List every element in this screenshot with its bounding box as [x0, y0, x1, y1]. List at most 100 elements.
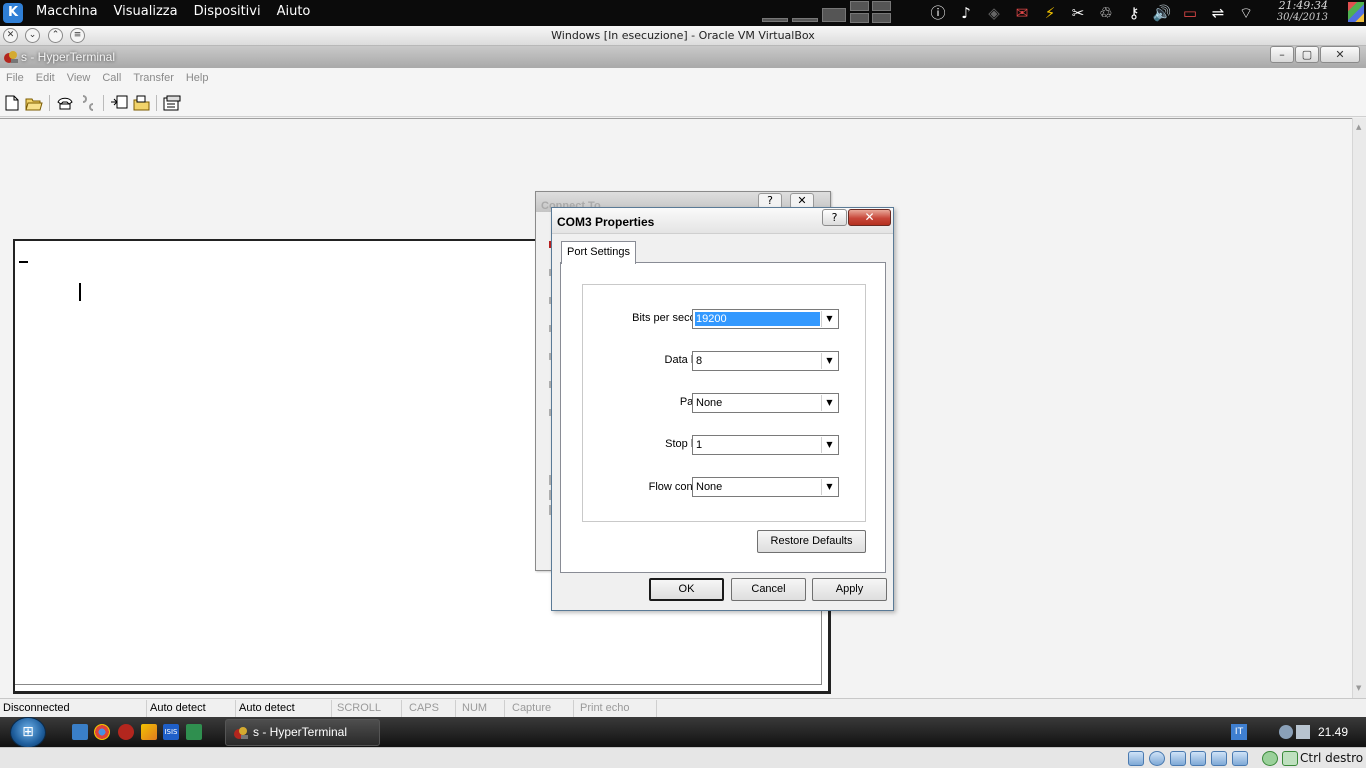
menu-view[interactable]: View [67, 68, 97, 89]
status-connection: Disconnected [0, 700, 147, 717]
power-lightning-icon[interactable]: ⚡ [1040, 3, 1060, 23]
language-indicator[interactable]: IT [1231, 724, 1247, 740]
isis-icon[interactable]: ISIS [163, 724, 179, 740]
menu-help[interactable]: Help [186, 68, 215, 89]
call-phone-icon[interactable] [56, 94, 74, 112]
menu-transfer[interactable]: Transfer [133, 68, 180, 89]
status-auto-detect-2: Auto detect [236, 700, 332, 717]
close-button[interactable]: ✕ [848, 209, 891, 226]
taskbar-item-hyperterminal[interactable]: s - HyperTerminal [225, 719, 380, 746]
restore-defaults-button[interactable]: Restore Defaults [757, 530, 866, 553]
show-desktop-icon[interactable] [72, 724, 88, 740]
help-button[interactable]: ? [822, 209, 847, 226]
flow-control-label: Flow control: [648, 481, 711, 493]
ok-button[interactable]: OK [649, 578, 724, 601]
optical-drive-icon[interactable] [1149, 751, 1165, 766]
cancel-button[interactable]: Cancel [731, 578, 806, 601]
maximize-button[interactable]: ▢ [1295, 46, 1319, 63]
host-menu-aiuto[interactable]: Aiuto [277, 4, 311, 19]
host-key-label: Ctrl destro [1300, 751, 1364, 765]
text-caret [79, 283, 81, 301]
usb-device-icon[interactable] [1170, 751, 1186, 766]
network-share-icon[interactable]: ♲ [1096, 3, 1116, 23]
host-menu-visualizza[interactable]: Visualizza [114, 4, 178, 19]
gmail-icon[interactable]: ✉ [1012, 3, 1032, 23]
pager-desktop-1[interactable] [762, 18, 788, 22]
port-settings-group: Bits per second: 19200 ▼ Data bits: 8 ▼ … [582, 284, 866, 522]
data-bits-select[interactable]: 8 ▼ [692, 351, 839, 371]
vbox-title-bar: ✕ ⌄ ⌃ ≡ Windows [In esecuzione] - Oracle… [0, 26, 1366, 46]
chevron-down-icon[interactable]: ▼ [821, 437, 837, 453]
hyperterminal-quicklaunch-icon[interactable] [118, 724, 134, 740]
chrome-icon[interactable] [94, 724, 110, 740]
tray-action-center-icon[interactable] [1296, 725, 1310, 739]
start-button[interactable]: ⊞ [10, 717, 46, 748]
host-key-arrow-icon[interactable] [1282, 751, 1298, 766]
chevron-down-icon[interactable]: ▼ [821, 395, 837, 411]
kde-menu-icon[interactable]: K [3, 3, 23, 23]
volume-icon[interactable]: 🔊 [1152, 3, 1172, 23]
battery-icon[interactable]: ▭ [1180, 3, 1200, 23]
disconnect-phone-icon[interactable] [79, 94, 97, 112]
com3-title-bar: COM3 Properties ? ✕ [552, 208, 893, 234]
menu-file[interactable]: File [6, 68, 30, 89]
hard-disk-icon[interactable] [1128, 751, 1144, 766]
shared-folders-icon[interactable] [1211, 751, 1227, 766]
hyperterminal-menu-bar: File Edit View Call Transfer Help [0, 68, 1366, 89]
status-capture: Capture [509, 700, 574, 717]
send-file-icon[interactable] [110, 94, 128, 112]
com3-properties-dialog: COM3 Properties ? ✕ Port Settings Bits p… [551, 207, 894, 611]
notepad-icon[interactable] [141, 724, 157, 740]
open-folder-icon[interactable] [25, 94, 43, 112]
scroll-down-arrow-icon[interactable]: ▼ [1356, 684, 1361, 692]
music-note-icon[interactable]: ♪ [956, 3, 976, 23]
host-menu-dispositivi[interactable]: Dispositivi [194, 4, 261, 19]
properties-icon[interactable] [163, 94, 181, 112]
parity-select[interactable]: None ▼ [692, 393, 839, 413]
window-list-icon[interactable] [1348, 2, 1364, 22]
toolbar-separator [103, 95, 104, 111]
dropbox-icon[interactable]: ◈ [984, 3, 1004, 23]
tab-port-settings[interactable]: Port Settings [561, 241, 636, 264]
host-clock[interactable]: 21:49:34 30/4/2013 [1277, 0, 1328, 24]
pager-desktop-5[interactable] [872, 1, 891, 11]
hyperterminal-app-icon [234, 727, 248, 739]
tray-network-icon[interactable] [1279, 725, 1293, 739]
pager-desktop-3[interactable] [822, 8, 846, 22]
display-icon[interactable] [1232, 751, 1248, 766]
network-adapter-icon[interactable] [1190, 751, 1206, 766]
hyperterminal-toolbar [0, 89, 1366, 117]
pager-desktop-4[interactable] [850, 1, 869, 11]
network-icon[interactable] [186, 724, 202, 740]
taskbar-clock[interactable]: 21.49 [1318, 725, 1348, 739]
toolbar-separator [156, 95, 157, 111]
menu-edit[interactable]: Edit [36, 68, 61, 89]
scroll-up-arrow-icon[interactable]: ▲ [1356, 123, 1361, 131]
scissors-icon[interactable]: ✂ [1068, 3, 1088, 23]
pager-desktop-2[interactable] [792, 18, 818, 22]
mouse-integration-icon[interactable] [1262, 751, 1278, 766]
key-icon[interactable]: ⚷ [1124, 3, 1144, 23]
vbox-window-title: Windows [In esecuzione] - Oracle VM Virt… [551, 29, 815, 42]
menu-call[interactable]: Call [102, 68, 127, 89]
chevron-down-icon[interactable]: ▼ [821, 479, 837, 495]
chevron-down-icon[interactable]: ▼ [821, 311, 837, 327]
flow-control-select[interactable]: None ▼ [692, 477, 839, 497]
minimize-button[interactable]: – [1270, 46, 1294, 63]
vertical-scrollbar[interactable]: ▲ ▼ [1352, 118, 1366, 698]
hyperterminal-app-icon [4, 51, 18, 63]
new-file-icon[interactable] [3, 94, 21, 112]
close-button[interactable]: ✕ [1320, 46, 1360, 63]
apply-button[interactable]: Apply [812, 578, 887, 601]
pager-desktop-6[interactable] [850, 13, 869, 23]
info-icon[interactable]: ⓘ [928, 3, 948, 23]
desktop-pager[interactable] [760, 0, 894, 26]
receive-file-icon[interactable] [133, 94, 151, 112]
stop-bits-select[interactable]: 1 ▼ [692, 435, 839, 455]
pager-desktop-7[interactable] [872, 13, 891, 23]
bits-per-second-select[interactable]: 19200 ▼ [692, 309, 839, 329]
host-menu-macchina[interactable]: Macchina [36, 4, 98, 19]
usb-icon[interactable]: ⇌ [1208, 3, 1228, 23]
wifi-icon[interactable]: ⌔ [1236, 3, 1256, 23]
chevron-down-icon[interactable]: ▼ [821, 353, 837, 369]
